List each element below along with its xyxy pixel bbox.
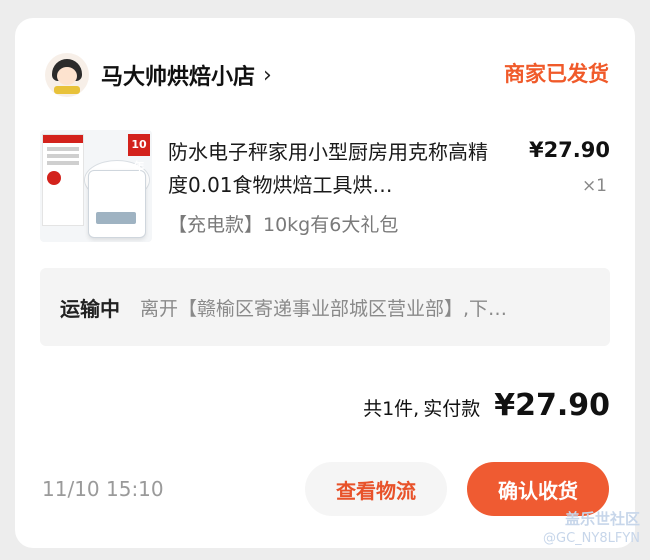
- order-card: 马大帅烘焙小店 › 商家已发货 10年 防水电子秤家用小型厨房用克称高精度0.0…: [15, 18, 635, 548]
- scale-body: [88, 170, 146, 238]
- product-quantity: ×1: [581, 176, 607, 196]
- avatar-tag: [54, 86, 80, 94]
- logistics-status: 运输中: [60, 296, 120, 321]
- product-image-badge: 10年: [128, 134, 150, 173]
- order-time: 11/10 15:10: [42, 477, 164, 501]
- item-count: 共1件,: [363, 398, 420, 420]
- product-image[interactable]: 10年: [40, 130, 152, 242]
- paid-label: 实付款: [423, 398, 481, 420]
- product-image-red-bar: [43, 135, 83, 143]
- avatar-face: [57, 67, 77, 85]
- view-logistics-button[interactable]: 查看物流: [305, 462, 447, 516]
- chevron-right-icon[interactable]: ›: [263, 63, 272, 88]
- watermark-title: 盖乐世社区: [564, 510, 640, 528]
- shop-name[interactable]: 马大帅烘焙小店: [101, 59, 255, 91]
- product-image-red-circle: [47, 171, 61, 185]
- product-price: ¥27.90: [528, 138, 610, 162]
- product-image-line: [47, 161, 79, 165]
- product-image-side-strip: [42, 134, 84, 226]
- order-summary: 共1件, 实付款 ¥27.90: [363, 388, 610, 423]
- watermark-user: @GC_NY8LFYN: [543, 531, 640, 546]
- shop-avatar: [45, 53, 89, 97]
- shop-header[interactable]: 马大帅烘焙小店 ›: [45, 53, 272, 97]
- product-variant: 【充电款】10kg有6大礼包: [168, 214, 399, 236]
- paid-amount: ¥27.90: [494, 388, 610, 423]
- product-image-line: [47, 147, 79, 151]
- product-title[interactable]: 防水电子秤家用小型厨房用克称高精度0.01食物烘焙工具烘…: [168, 136, 503, 202]
- product-image-line: [47, 154, 79, 158]
- scale-display: [96, 212, 136, 224]
- order-status: 商家已发货: [504, 62, 609, 86]
- logistics-detail: 离开【赣榆区寄递事业部城区营业部】,下…: [140, 297, 508, 320]
- logistics-summary[interactable]: 运输中 离开【赣榆区寄递事业部城区营业部】,下…: [40, 268, 610, 346]
